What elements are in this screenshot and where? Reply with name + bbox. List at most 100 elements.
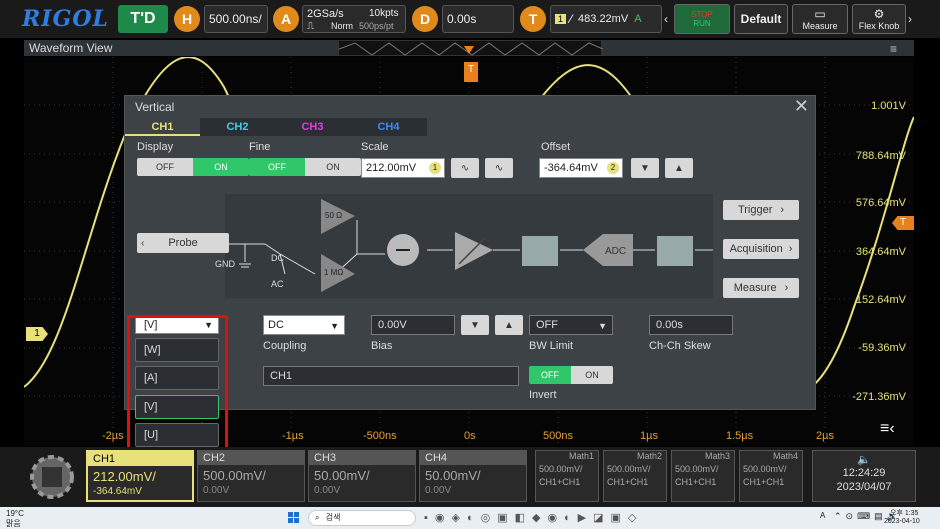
trigger-info[interactable]: 1 ⁄ 483.22mV A	[550, 5, 662, 33]
ch1-status[interactable]: CH1 212.00mV/ -364.64mV	[86, 450, 194, 502]
chevron-right-icon: ›	[784, 282, 789, 294]
math3-scale: 500.00mV/	[675, 464, 719, 474]
ch3-offset: 0.00V	[314, 485, 341, 496]
horizontal-icon[interactable]: H	[174, 6, 200, 32]
dc-label: DC	[271, 253, 284, 263]
knob-1-icon: 1	[429, 162, 441, 174]
math4-status[interactable]: Math4 500.00mV/ CH1+CH1	[739, 450, 803, 502]
measure-button[interactable]: ▭ Measure	[792, 4, 848, 34]
chevron-right-icon: ›	[780, 204, 785, 216]
chevron-left-icon[interactable]: ‹	[664, 12, 668, 26]
math4-name: Math4	[772, 451, 798, 461]
speaker-icon: 🔈	[857, 454, 871, 466]
close-icon[interactable]: ✕	[794, 96, 809, 117]
probe-button[interactable]: ‹ Probe	[137, 233, 229, 253]
default-button[interactable]: Default	[734, 4, 788, 34]
weather-temp[interactable]: 19°C	[6, 509, 24, 518]
trigger-level: 483.22mV	[578, 13, 629, 25]
ac-label: AC	[271, 279, 284, 289]
triangle-up-icon: ▲	[504, 319, 514, 331]
ch3-scale: 50.00mV/	[314, 468, 370, 483]
collapse-icon[interactable]: ≡‹	[880, 420, 895, 438]
delay-icon[interactable]: D	[412, 6, 438, 32]
invert-toggle[interactable]: OFF ON	[529, 366, 613, 384]
bw-limit-select[interactable]: OFF ▼	[529, 315, 613, 335]
ch4-name: CH4	[420, 451, 526, 465]
bias-input[interactable]: 0.00V	[371, 315, 455, 335]
acquire-icon[interactable]: A	[273, 6, 299, 32]
run-stop-button[interactable]: STOP RUN	[674, 4, 730, 34]
language-indicator[interactable]: A	[820, 511, 825, 520]
highlight-box	[127, 315, 228, 456]
taskbar-clock-time[interactable]: 오후 1:35	[890, 508, 918, 518]
channel-label-input[interactable]: CH1	[263, 366, 519, 386]
menu-icon[interactable]: ≡	[890, 42, 897, 56]
delay-value[interactable]: 0.00s	[442, 5, 514, 33]
ch2-status[interactable]: CH2 500.00mV/ 0.00V	[197, 450, 305, 502]
math2-status[interactable]: Math2 500.00mV/ CH1+CH1	[603, 450, 667, 502]
flex-knob-label: Flex Knob	[858, 21, 900, 31]
trigger-icon[interactable]: T	[520, 6, 546, 32]
scale-input[interactable]: 212.00mV 1	[361, 158, 445, 178]
offset-input[interactable]: -364.64mV 2	[539, 158, 623, 178]
taskbar-search[interactable]: ⌕ 검색	[308, 510, 416, 526]
scale-value: 212.00mV	[366, 162, 417, 174]
memory-depth: 10kpts	[369, 8, 399, 19]
tab-ch1[interactable]: CH1	[125, 118, 200, 136]
skew-input[interactable]: 0.00s	[649, 315, 733, 335]
scale-wave2-button[interactable]: ∿	[485, 158, 513, 178]
acquisition-link-button[interactable]: Acquisition ›	[723, 239, 799, 259]
taskbar-clock-date: 2023-04-10	[884, 518, 920, 525]
flex-knob-button[interactable]: ⚙ Flex Knob	[852, 4, 906, 34]
trigger-link-label: Trigger	[737, 204, 773, 216]
math2-name: Math2	[636, 451, 662, 461]
home-gear-icon[interactable]	[26, 452, 78, 502]
trigger-marker[interactable]: T	[464, 62, 478, 82]
offset-up-button[interactable]: ▲	[665, 158, 693, 178]
acquire-info[interactable]: 2GSa/s 10kpts ⎍ Norm 500ps/pt	[302, 5, 406, 33]
trigger-mode-indicator[interactable]: T'D	[118, 5, 168, 33]
math1-scale: 500.00mV/	[539, 464, 583, 474]
y-axis-label: 1.001V	[871, 100, 906, 112]
math4-scale: 500.00mV/	[743, 464, 787, 474]
x-axis-label: 2µs	[816, 430, 834, 442]
timebase-value[interactable]: 500.00ns/	[204, 5, 268, 33]
signal-path-icon	[225, 199, 713, 292]
scale-wave-button[interactable]: ∿	[451, 158, 479, 178]
measure-link-button[interactable]: Measure ›	[723, 278, 799, 298]
ch4-status[interactable]: CH4 50.00mV/ 0.00V	[419, 450, 527, 502]
chevron-right-icon[interactable]: ›	[908, 12, 912, 26]
ch1-name: CH1	[88, 452, 192, 466]
bias-up-button[interactable]: ▲	[495, 315, 523, 335]
ch4-scale: 50.00mV/	[425, 468, 481, 483]
display-toggle[interactable]: OFF ON	[137, 158, 249, 176]
tab-ch4[interactable]: CH4	[351, 118, 426, 136]
toggle-on: ON	[571, 366, 613, 384]
math1-status[interactable]: Math1 500.00mV/ CH1+CH1	[535, 450, 599, 502]
math4-source: CH1+CH1	[743, 477, 785, 487]
taskbar-app-icons[interactable]: ▪◉◈◐◎▣◧◆◉◐▶◪▣◇	[424, 511, 643, 524]
coupling-select[interactable]: DC ▼	[263, 315, 345, 335]
bw-limit-value: OFF	[536, 319, 558, 331]
wave-icon: ∿	[460, 162, 470, 174]
clock-panel[interactable]: 🔈 12:24:29 2023/04/07	[812, 450, 916, 502]
offset-down-button[interactable]: ▼	[631, 158, 659, 178]
tab-ch2[interactable]: CH2	[200, 118, 275, 136]
y-axis-label: 788.64mV	[855, 150, 906, 162]
trigger-link-button[interactable]: Trigger ›	[723, 200, 799, 220]
bias-down-button[interactable]: ▼	[461, 315, 489, 335]
1m-ohm-label: 1 MΩ	[324, 268, 344, 277]
fine-toggle[interactable]: OFF ON	[249, 158, 361, 176]
ch3-status[interactable]: CH3 50.00mV/ 0.00V	[308, 450, 416, 502]
acquire-mode-icon: ⎍	[307, 21, 314, 32]
acquisition-link-label: Acquisition	[729, 243, 783, 255]
x-axis-label: -2µs	[102, 430, 124, 442]
stop-label: STOP	[691, 10, 713, 19]
windows-start-icon[interactable]	[288, 512, 300, 524]
trigger-position-icon	[464, 41, 474, 54]
dialog-title: Vertical	[135, 100, 175, 114]
math3-status[interactable]: Math3 500.00mV/ CH1+CH1	[671, 450, 735, 502]
invert-label: Invert	[529, 389, 557, 401]
tab-ch3[interactable]: CH3	[275, 118, 350, 136]
x-axis-label: 0s	[464, 430, 476, 442]
